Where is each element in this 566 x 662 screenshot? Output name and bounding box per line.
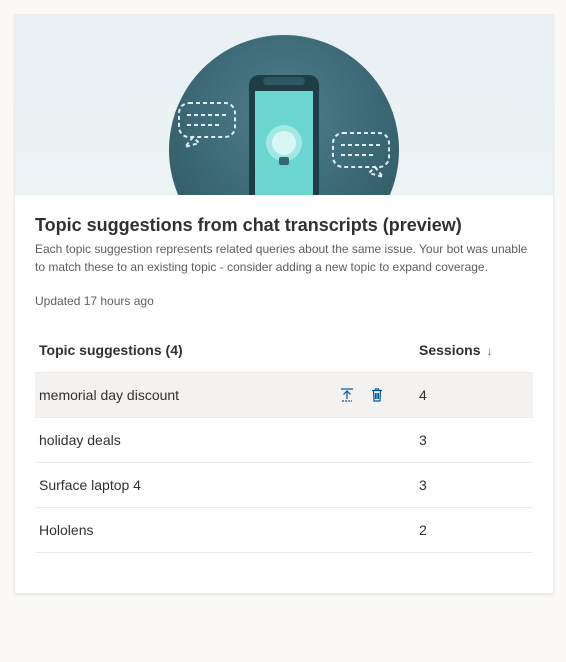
card-title: Topic suggestions from chat transcripts … (35, 215, 533, 236)
card-description: Each topic suggestion represents related… (35, 240, 533, 276)
table-header: Topic suggestions (4) Sessions↓ (35, 328, 533, 373)
col-name-header[interactable]: Topic suggestions (4) (39, 342, 419, 358)
suggestion-name: Surface laptop 4 (39, 477, 141, 493)
sort-desc-icon: ↓ (486, 344, 492, 358)
table-row[interactable]: Hololens 2 (35, 508, 533, 553)
suggestions-table: Topic suggestions (4) Sessions↓ memorial… (35, 328, 533, 553)
add-to-topics-icon[interactable] (339, 387, 355, 403)
hero-illustration (15, 15, 553, 195)
suggestion-name: holiday deals (39, 432, 121, 448)
updated-timestamp: Updated 17 hours ago (35, 294, 533, 308)
table-row[interactable]: Surface laptop 4 3 (35, 463, 533, 508)
suggestion-name: Hololens (39, 522, 93, 538)
table-row[interactable]: memorial day discount 4 (35, 373, 533, 418)
session-count: 4 (419, 387, 529, 403)
session-count: 3 (419, 432, 529, 448)
col-sessions-header[interactable]: Sessions↓ (419, 342, 529, 358)
delete-icon[interactable] (369, 387, 385, 403)
session-count: 2 (419, 522, 529, 538)
session-count: 3 (419, 477, 529, 493)
table-row[interactable]: holiday deals 3 (35, 418, 533, 463)
suggestion-name: memorial day discount (39, 387, 179, 403)
topic-suggestions-card: Topic suggestions from chat transcripts … (14, 14, 554, 594)
